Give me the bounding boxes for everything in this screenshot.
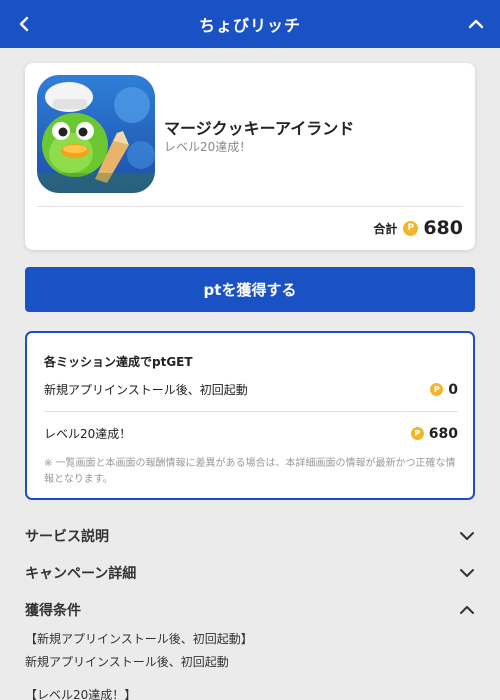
condition-text: 新規アプリインストール後、初回起動 (25, 655, 229, 669)
total-points-value: 680 (423, 217, 463, 239)
accordion-label: サービス説明 (25, 529, 109, 545)
mission-row: 新規アプリインストール後、初回起動 P 0 (44, 381, 458, 398)
condition-heading: 【新規アプリインストール後、初回起動】 (25, 632, 253, 646)
chevron-down-icon (460, 532, 474, 540)
app-name: マージクッキーアイランド (164, 119, 355, 138)
chevron-down-icon (460, 569, 474, 577)
mission-divider (44, 411, 458, 412)
mission-label: レベル20達成！ (44, 427, 132, 441)
chevron-left-icon (19, 16, 29, 32)
accordion-acquisition-conditions[interactable]: 獲得条件 (25, 595, 475, 625)
mission-points: P 0 (430, 382, 458, 398)
mission-row: レベル20達成！ P 680 (44, 425, 458, 442)
top-header: ちょびリッチ (0, 0, 500, 48)
accordion-campaign-details[interactable]: キャンペーン詳細 (25, 558, 475, 588)
total-points-row: 合計 P 680 (373, 217, 463, 239)
chevron-up-icon (468, 19, 484, 29)
collapse-button[interactable] (452, 0, 500, 48)
app-card: マージクッキーアイランド レベル20達成！ 合計 P 680 (25, 63, 475, 250)
point-coin-icon: P (403, 220, 419, 236)
accordion-label: キャンペーン詳細 (25, 566, 137, 582)
app-icon (37, 75, 155, 193)
mission-box: 各ミッション達成でptGET 新規アプリインストール後、初回起動 P 0 レベル… (25, 331, 475, 500)
mission-points: P 680 (410, 425, 458, 442)
total-label: 合計 (373, 221, 398, 236)
mission-label: 新規アプリインストール後、初回起動 (44, 383, 248, 397)
app-subtitle: レベル20達成！ (164, 140, 252, 154)
accordion-label: 獲得条件 (25, 603, 81, 619)
back-button[interactable] (0, 0, 48, 48)
point-coin-icon: P (430, 383, 444, 396)
mission-points-value: 680 (428, 425, 458, 442)
card-divider (37, 206, 463, 207)
chevron-up-icon (460, 606, 474, 614)
point-coin-icon: P (410, 427, 424, 440)
mission-points-value: 0 (448, 381, 458, 398)
mission-note: ※ 一覧画面と本画面の報酬情報に差異がある場合は、本詳細画面の情報が最新かつ正確… (44, 458, 456, 485)
get-points-button[interactable]: ptを獲得する (25, 267, 475, 312)
mission-title: 各ミッション達成でptGET (44, 355, 193, 369)
condition-heading: 【レベル20達成！】 (25, 688, 137, 700)
page-title: ちょびリッチ (198, 16, 301, 35)
accordion-service-description[interactable]: サービス説明 (25, 521, 475, 551)
